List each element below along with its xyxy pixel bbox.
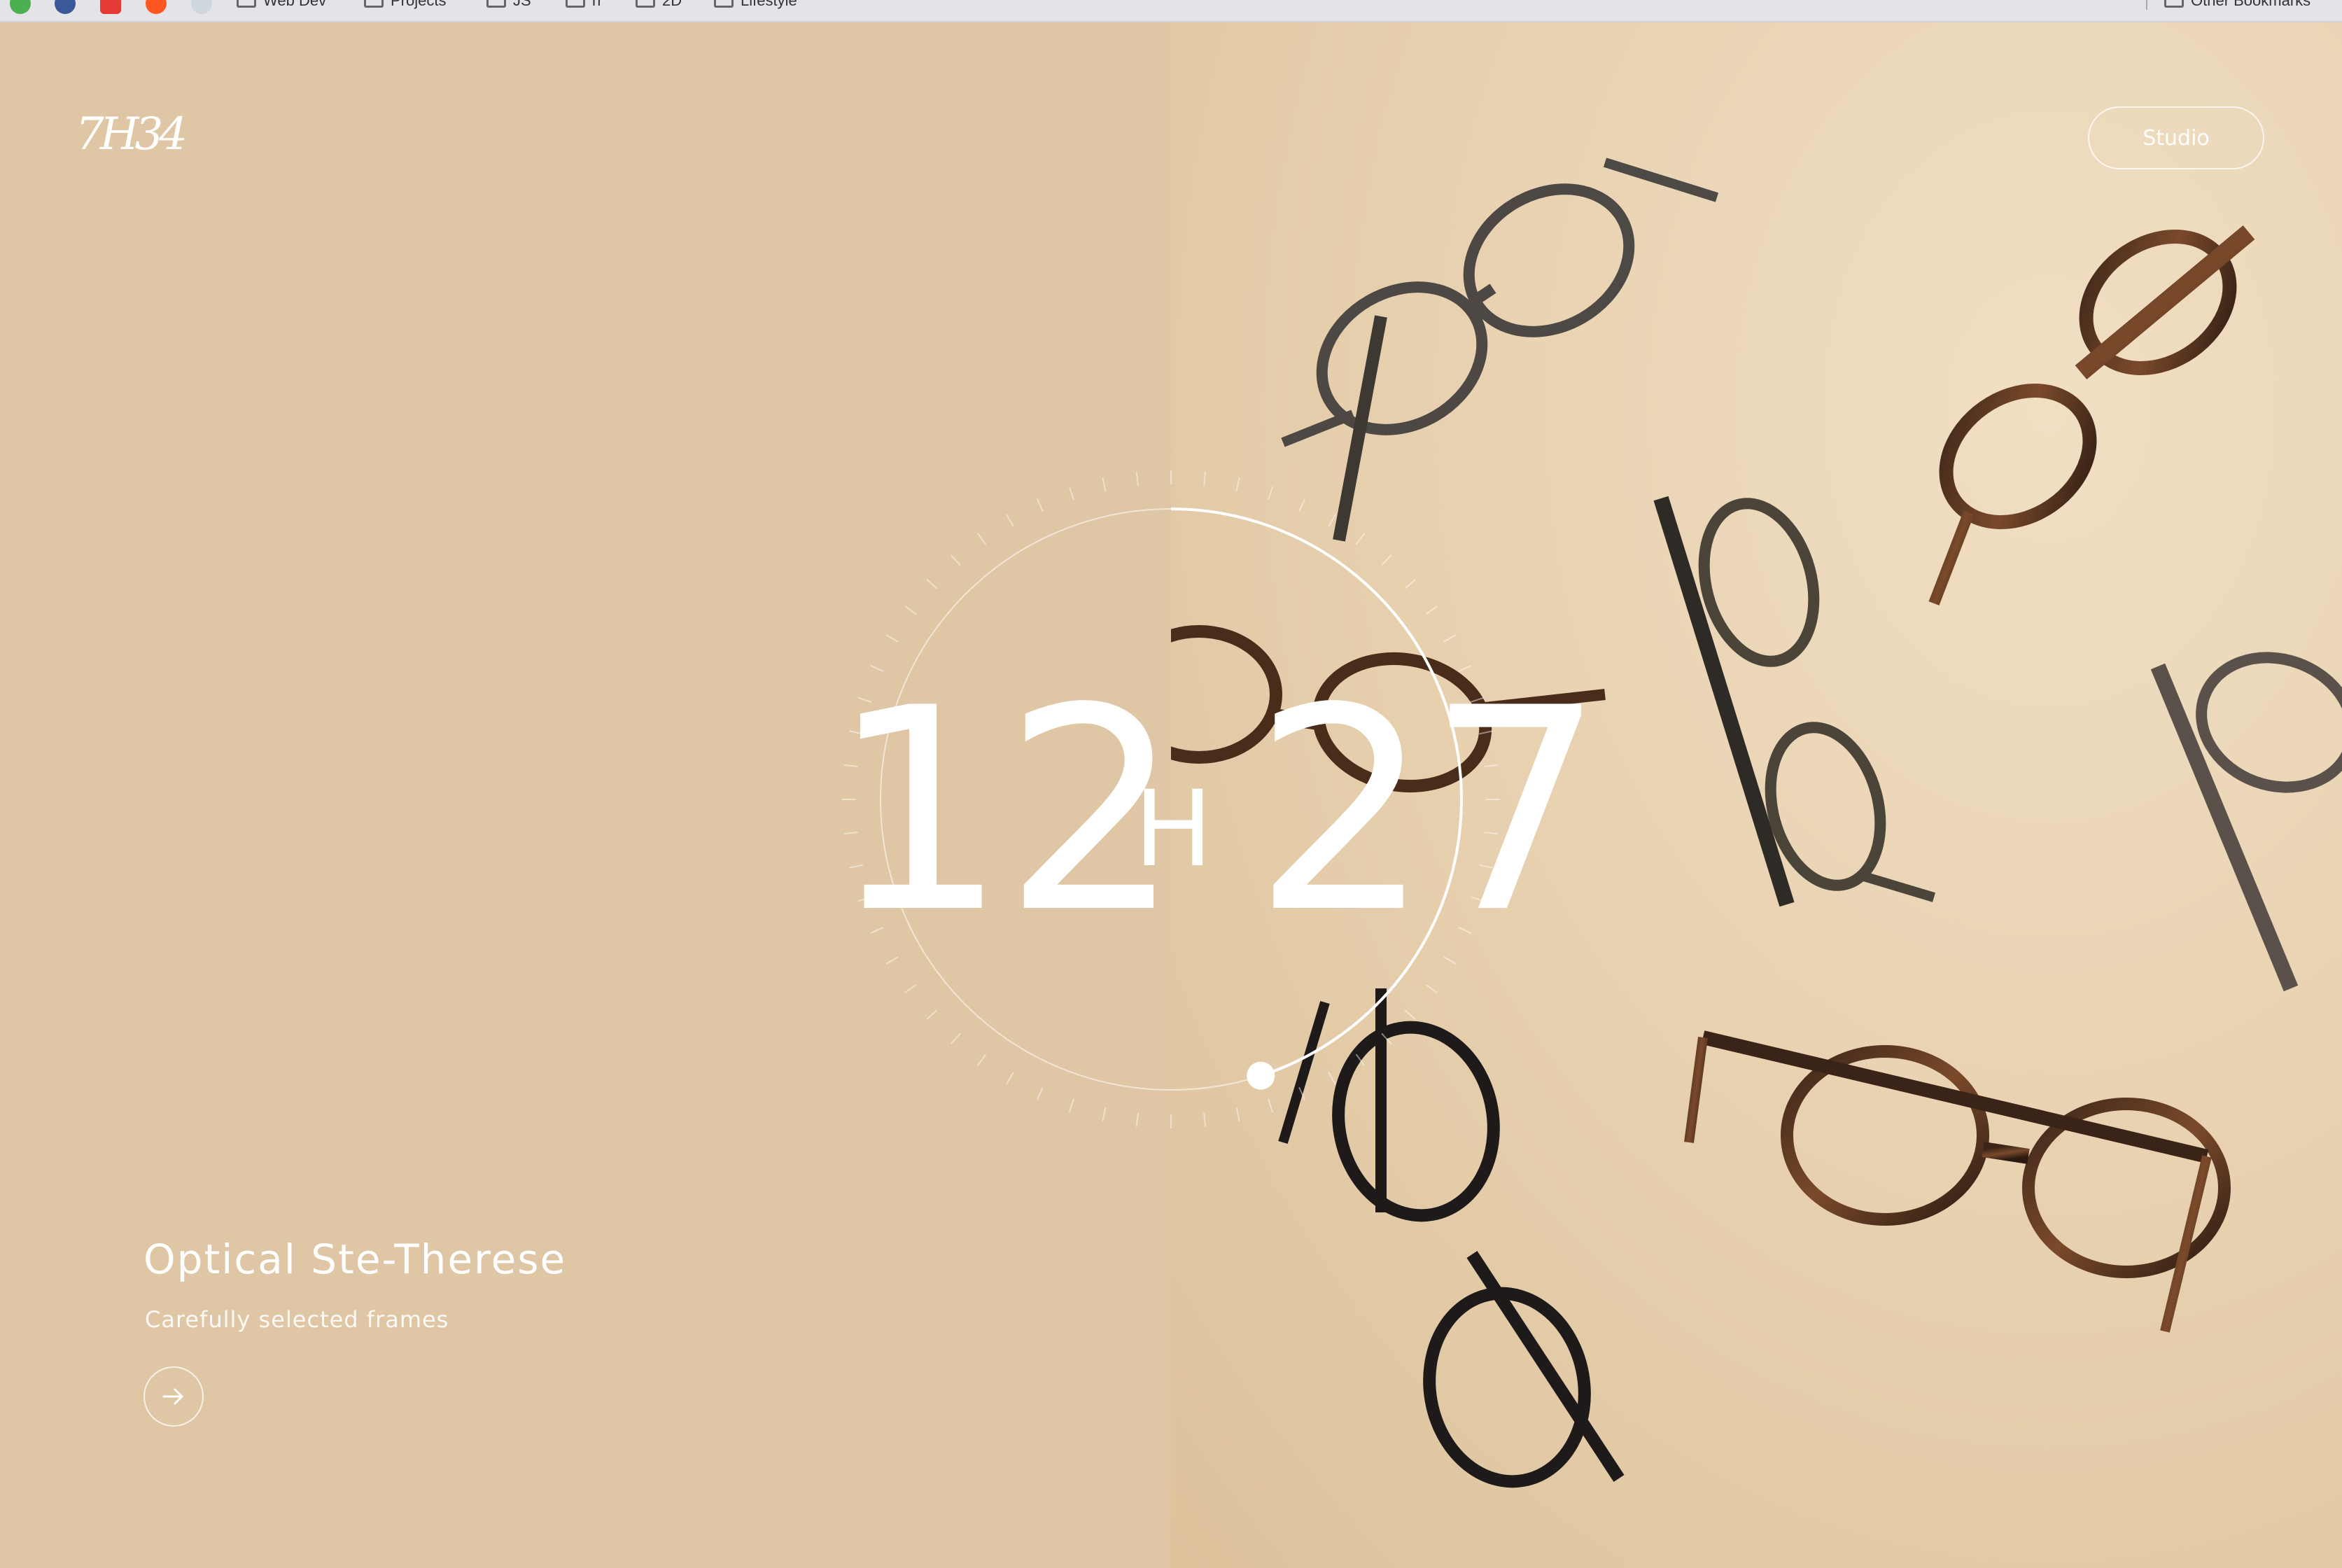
clock-tick	[950, 554, 961, 566]
clock-tick	[1203, 1112, 1207, 1127]
clock-hours: 12	[829, 649, 1181, 974]
clock-tick	[1328, 514, 1336, 527]
clock-tick	[926, 1009, 938, 1021]
clock-tick	[1425, 983, 1438, 994]
clock-tick	[1006, 514, 1014, 527]
minute-progress-knob[interactable]	[1247, 1061, 1275, 1090]
clock-tick	[1381, 554, 1392, 566]
clock-tick	[1404, 1009, 1416, 1021]
clock-tick	[904, 605, 917, 615]
clock-tick	[1298, 1086, 1306, 1100]
clock-tick	[1425, 605, 1438, 615]
clock-tick	[1404, 578, 1416, 589]
clock-tick	[976, 1054, 987, 1066]
clock-tick	[1036, 1086, 1044, 1100]
clock-tick	[1235, 477, 1240, 492]
clock-tick	[1135, 472, 1139, 486]
clock-tick	[1355, 1054, 1366, 1066]
clock-tick	[1328, 1072, 1336, 1085]
clock-tick	[1102, 477, 1107, 492]
clock-tick	[926, 578, 938, 589]
clock-tick	[1102, 1107, 1107, 1121]
clock-tick	[1381, 1032, 1392, 1044]
clock-tick	[1355, 533, 1366, 545]
clock-tick	[1268, 1098, 1274, 1113]
page-title: Optical Ste-Therese	[143, 1236, 567, 1283]
clock-minutes: 27	[1253, 649, 1605, 974]
clock-tick	[976, 533, 987, 545]
clock-separator: H	[1134, 769, 1213, 890]
next-button[interactable]	[143, 1366, 204, 1427]
clock-tick	[904, 983, 917, 994]
clock-tick	[1268, 486, 1274, 500]
clock-tick	[1235, 1107, 1240, 1121]
clock-tick	[1068, 1098, 1074, 1113]
clock-tick	[1036, 498, 1044, 512]
clock-tick	[1298, 498, 1306, 512]
clock-tick	[1006, 1072, 1014, 1085]
clock-tick	[950, 1032, 961, 1044]
arrow-right-icon	[162, 1388, 183, 1405]
clock-tick	[885, 634, 899, 643]
clock-tick	[1068, 486, 1074, 500]
page-subtitle: Carefully selected frames	[145, 1306, 449, 1333]
clock-tick	[1135, 1112, 1139, 1127]
clock-tick	[1203, 472, 1207, 486]
clock-tick	[1443, 634, 1457, 643]
